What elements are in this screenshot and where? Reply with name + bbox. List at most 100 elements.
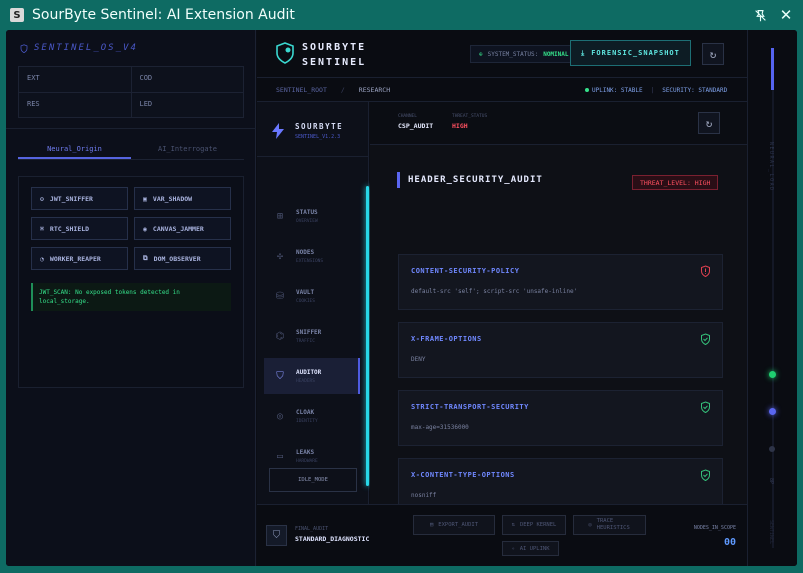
idle-mode-button[interactable]: IDLE_MODE [269,468,357,492]
grid-icon: ⊞ [276,210,284,222]
shield-check-icon [700,333,711,348]
neural-load-label: NEURAL_LOAD [768,142,774,192]
left-panel: SENTINEL_OS_V4 EXT COD RES LED Neural_Or… [6,30,256,566]
title-bar: S SourByte Sentinel: AI Extension Audit … [0,0,803,30]
right-rail: NEURAL_LOAD 8P SENTINEL [747,30,797,566]
header-card-xfo: X-FRAME-OPTIONS DENY [398,322,723,378]
app-icon: S [10,8,24,22]
shield-icon [20,43,28,53]
code-icon: ⇅ [511,522,515,528]
security-level: SECURITY: STANDARD [662,87,728,94]
breadcrumb-current: RESEARCH [358,85,391,94]
nav-item-vault[interactable]: ⛁ VAULT COOKIES [264,278,360,314]
tab-neural-origin[interactable]: Neural_Origin [18,138,131,159]
breadcrumb-root[interactable]: SENTINEL_ROOT [276,86,327,94]
forensic-snapshot-button[interactable]: ⤓ FORENSIC_SNAPSHOT [570,40,691,66]
channel-value: CSP_AUDIT [398,122,434,130]
refresh-icon: ↻ [709,47,717,61]
neural-load-meter [771,48,774,90]
ai-uplink-button[interactable]: ✧ AI UPLINK [502,541,559,556]
nodes-count: 00 [723,537,736,548]
deep-kernel-button[interactable]: ⇅ DEEP KERNEL [502,515,566,535]
tab-ai-interrogate[interactable]: AI_Interrogate [131,138,244,159]
export-audit-button[interactable]: ▤ EXPORT_AUDIT [413,515,495,535]
globe-icon: ⊕ [479,50,483,58]
divider [6,128,256,129]
network-icon: ⌘ [40,224,44,233]
top-header: SOURBYTE SENTINEL ⊕ SYSTEM_STATUS: NOMIN… [257,30,747,78]
rail-bottom-label: SENTINEL [768,520,774,545]
ai-icon: ✧ [511,545,515,552]
nav-item-sniffer[interactable]: ⌬ SNIFFER TRAFFIC [264,318,360,354]
threat-level-badge: THREAT_LEVEL: HIGH [632,175,719,190]
box-icon: ▣ [143,194,147,203]
puzzle-icon: ✣ [276,250,284,262]
audit-title: HEADER_SECURITY_AUDIT [397,172,543,188]
shield-check-icon [700,401,711,416]
channel-label: CHANNEL [398,114,417,119]
shield-icon: ⛉ [276,370,284,382]
module-dom-observer[interactable]: ⧉ DOM_OBSERVER [134,247,231,270]
file-icon: ▤ [429,522,434,528]
final-audit-label: FINAL_AUDIT [295,526,329,532]
stat-res: RES [19,92,131,117]
threat-status-label: THREAT_STATUS [452,114,488,119]
nav-brand: SOURBYTE SENTINEL_V1.2.3 [271,122,343,140]
breadcrumb: SENTINEL_ROOT / RESEARCH UPLINK: STABLE … [257,78,747,102]
footer-bar: ⛉ FINAL_AUDIT STANDARD_DIAGNOSTIC ▤ EXPOR… [257,504,747,566]
os-name: SENTINEL_OS_V4 [20,43,138,53]
nav-item-status[interactable]: ⊞ STATUS OVERVIEW [264,198,360,234]
pin-off-icon[interactable] [750,5,770,25]
stat-ext: EXT [19,67,131,92]
header-card-csp: CONTENT-SECURITY-POLICY default-src 'sel… [398,254,723,310]
status-dot-gray [769,446,775,452]
threat-status-value: HIGH [452,122,468,130]
module-canvas-jammer[interactable]: ◉ CANVAS_JAMMER [134,217,231,240]
header-card-hsts: STRICT-TRANSPORT-SECURITY max-age=315360… [398,390,723,446]
system-status: ⊕ SYSTEM_STATUS: NOMINAL [470,45,578,63]
module-worker-reaper[interactable]: ◔ WORKER_REAPER [31,247,128,270]
target-icon: ◎ [588,521,592,528]
scan-log: JWT_SCAN: No exposed tokens detected in … [31,283,231,311]
status-dot [585,88,589,92]
nav-item-cloak[interactable]: ◎ CLOAK IDENTITY [264,398,360,434]
refresh-icon: ↻ [705,116,713,130]
close-icon[interactable]: ✕ [776,5,796,25]
refresh-button[interactable]: ↻ [702,43,724,65]
final-audit-value: STANDARD_DIAGNOSTIC [295,535,370,543]
header-card-xcto: X-CONTENT-TYPE-OPTIONS nosniff [398,458,723,504]
channel-refresh-button[interactable]: ↻ [698,112,720,134]
eye-icon: ◉ [143,224,147,233]
module-var-shadow[interactable]: ▣ VAR_SHADOW [134,187,231,210]
database-icon: ⛁ [275,290,285,302]
stats-grid: EXT COD RES LED [18,66,244,118]
shield-check-icon: ⛉ [266,525,287,546]
lightning-icon [272,123,284,139]
gear-icon: ⚙ [40,194,44,203]
module-jwt-sniffer[interactable]: ⚙ JWT_SNIFFER [31,187,128,210]
window-title: SourByte Sentinel: AI Extension Audit [32,7,295,23]
nodes-in-scope: NODES_IN_SCOPE 00 [693,525,736,548]
shield-alert-icon [700,265,711,280]
nav-scrollbar[interactable] [366,186,369,486]
audit-content: CHANNEL CSP_AUDIT THREAT_STATUS HIGH ↻ H… [370,102,747,504]
module-rtc-shield[interactable]: ⌘ RTC_SHIELD [31,217,128,240]
status-dot-green [769,371,776,378]
fingerprint-icon: ◎ [276,410,284,422]
uplink-status: UPLINK: STABLE | SECURITY: STANDARD [585,87,727,94]
network-icon: ⌬ [275,330,285,342]
nav-item-nodes[interactable]: ✣ NODES EXTENSIONS [264,238,360,274]
channel-bar: CHANNEL CSP_AUDIT THREAT_STATUS HIGH ↻ [370,102,747,145]
app-window: SENTINEL_OS_V4 EXT COD RES LED Neural_Or… [6,30,797,566]
rail-small-label: 8P [768,478,774,485]
brand-name: SOURBYTE SENTINEL [302,42,367,68]
status-dot-blue [769,408,776,415]
shield-logo-icon [276,42,294,64]
module-panel: ⚙ JWT_SNIFFER ▣ VAR_SHADOW ⌘ RTC_SHIELD ◉ CA… [18,176,244,388]
code-icon: ⧉ [143,254,148,262]
nav-item-auditor[interactable]: ⛉ AUDITOR HEADERS [264,358,360,394]
bell-icon: ◔ [40,254,44,263]
download-icon: ⤓ [581,48,586,57]
shield-check-icon [700,469,711,484]
trace-heuristics-button[interactable]: ◎ TRACE HEURISTICS [573,515,646,535]
